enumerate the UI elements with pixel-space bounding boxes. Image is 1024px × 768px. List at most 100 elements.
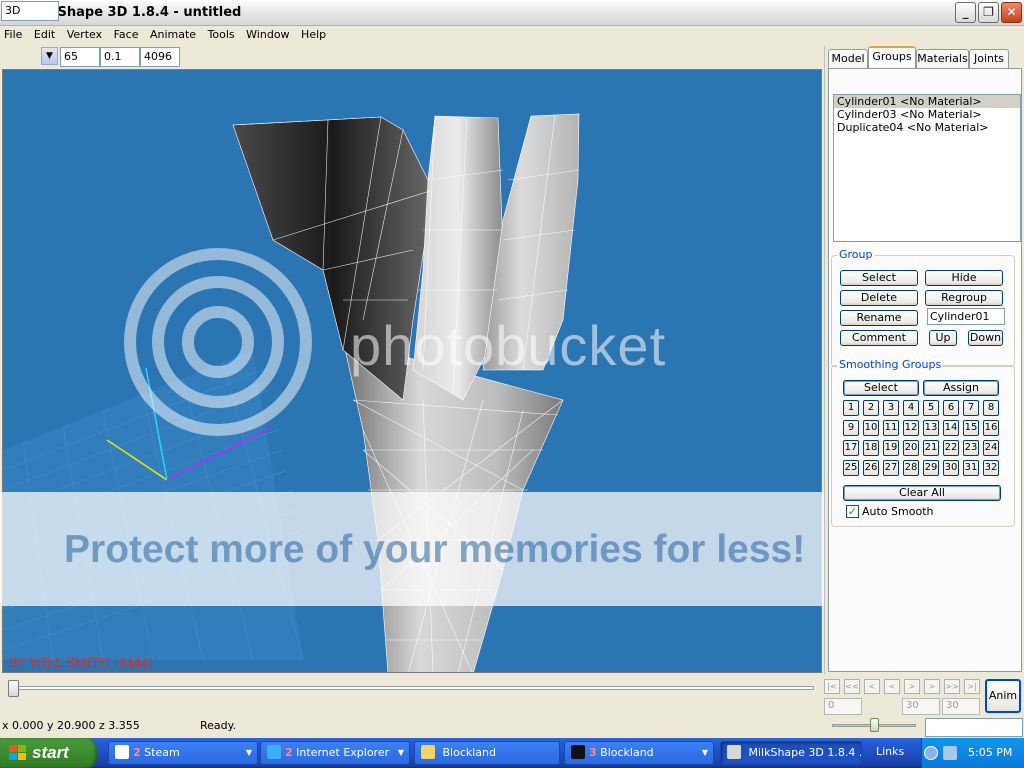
smoothing-group-button[interactable]: 10 bbox=[863, 420, 879, 436]
smoothing-group-button[interactable]: 23 bbox=[963, 440, 979, 456]
smoothing-group-button[interactable]: 4 bbox=[903, 400, 919, 416]
task-blockland-folder[interactable]: Blockland bbox=[414, 741, 560, 765]
total-frames-field[interactable]: 30 bbox=[942, 698, 980, 715]
group-rename-button[interactable]: Rename bbox=[840, 310, 918, 326]
current-frame-field[interactable]: 0 bbox=[824, 698, 862, 715]
smoothing-group-button[interactable]: 30 bbox=[943, 460, 959, 476]
network-icon[interactable] bbox=[943, 746, 957, 760]
end-frame-field[interactable]: 30 bbox=[902, 698, 940, 715]
restore-button[interactable]: ❐ bbox=[978, 2, 999, 23]
list-item[interactable]: Duplicate04 <No Material> bbox=[834, 121, 1020, 134]
smoothing-group-button[interactable]: 7 bbox=[963, 400, 979, 416]
tray-expand-icon[interactable] bbox=[924, 746, 938, 760]
task-blockland[interactable]: 3 Blockland ▼ bbox=[564, 741, 714, 765]
clear-all-button[interactable]: Clear All bbox=[843, 485, 1001, 501]
smoothing-group-button[interactable]: 21 bbox=[923, 440, 939, 456]
list-item[interactable]: Cylinder03 <No Material> bbox=[834, 108, 1020, 121]
watermark-band-text: Protect more of your memories for less! bbox=[64, 528, 806, 571]
task-steam[interactable]: 2 Steam ▼ bbox=[108, 741, 258, 765]
smoothing-assign-button[interactable]: Assign bbox=[923, 380, 999, 396]
task-milkshape[interactable]: MilkShape 3D 1.8.4 ... bbox=[720, 741, 862, 765]
first-frame-button[interactable]: |< bbox=[824, 679, 840, 694]
tab-groups[interactable]: Groups bbox=[868, 46, 916, 68]
credit-label: BY WILL SMITH (9444) bbox=[9, 656, 154, 670]
smoothing-group-button[interactable]: 27 bbox=[883, 460, 899, 476]
menu-animate[interactable]: Animate bbox=[146, 26, 200, 43]
menu-help[interactable]: Help bbox=[297, 26, 330, 43]
smoothing-group-button[interactable]: 29 bbox=[923, 460, 939, 476]
smoothing-group-button[interactable]: 28 bbox=[903, 460, 919, 476]
menu-vertex[interactable]: Vertex bbox=[63, 26, 106, 43]
smoothing-group-button[interactable]: 13 bbox=[923, 420, 939, 436]
prev-frame-button[interactable]: < bbox=[884, 679, 900, 694]
menu-file[interactable]: File bbox=[0, 26, 26, 43]
group-select-button[interactable]: Select bbox=[840, 270, 918, 286]
group-regroup-button[interactable]: Regroup bbox=[925, 290, 1003, 306]
windows-logo-icon bbox=[9, 745, 26, 760]
task-internet-explorer[interactable]: 2 Internet Explorer ▼ bbox=[260, 741, 410, 765]
group-delete-button[interactable]: Delete bbox=[840, 290, 918, 306]
auto-smooth-checkbox[interactable]: ✓ bbox=[846, 505, 859, 518]
last-frame-button[interactable]: >| bbox=[964, 679, 980, 694]
smoothing-group-button[interactable]: 1 bbox=[843, 400, 859, 416]
auto-smooth-label: Auto Smooth bbox=[862, 505, 934, 518]
close-button[interactable]: ✕ bbox=[1001, 2, 1022, 23]
timeline-track[interactable] bbox=[8, 686, 814, 690]
timeline-thumb[interactable] bbox=[8, 680, 19, 697]
group-hide-button[interactable]: Hide bbox=[925, 270, 1003, 286]
window-title: MilkShape 3D 1.8.4 - untitled bbox=[27, 5, 242, 20]
group-down-button[interactable]: Down bbox=[968, 330, 1003, 346]
near-clip-field[interactable]: 0.1 bbox=[100, 47, 140, 67]
smoothing-group-button[interactable]: 15 bbox=[963, 420, 979, 436]
blockland-icon bbox=[571, 745, 585, 759]
smoothing-group-button[interactable]: 32 bbox=[983, 460, 999, 476]
group-comment-button[interactable]: Comment bbox=[840, 330, 918, 346]
group-up-button[interactable]: Up bbox=[929, 330, 957, 346]
anim-mode-button[interactable]: Anim bbox=[985, 679, 1021, 713]
menu-edit[interactable]: Edit bbox=[30, 26, 59, 43]
smoothing-select-button[interactable]: Select bbox=[843, 380, 919, 396]
smoothing-group-button[interactable]: 20 bbox=[903, 440, 919, 456]
smoothing-group-button[interactable]: 25 bbox=[843, 460, 859, 476]
clock: 5:05 PM bbox=[968, 746, 1013, 759]
smoothing-group-button[interactable]: 11 bbox=[883, 420, 899, 436]
chevron-down-icon[interactable]: ▼ bbox=[41, 47, 58, 65]
speed-field[interactable] bbox=[925, 718, 1023, 737]
view-mode-select[interactable]: 3D bbox=[1, 1, 59, 21]
smoothing-group-button[interactable]: 2 bbox=[863, 400, 879, 416]
menu-window[interactable]: Window bbox=[242, 26, 293, 43]
smoothing-group-button[interactable]: 9 bbox=[843, 420, 859, 436]
group-list[interactable]: Cylinder01 <No Material> Cylinder03 <No … bbox=[833, 94, 1021, 242]
smoothing-group-button[interactable]: 31 bbox=[963, 460, 979, 476]
tab-model[interactable]: Model bbox=[828, 49, 868, 68]
menu-face[interactable]: Face bbox=[110, 26, 143, 43]
group-name-field[interactable]: Cylinder01 bbox=[927, 308, 1005, 325]
minimize-button[interactable]: _ bbox=[955, 2, 976, 23]
fov-field[interactable]: 65 bbox=[60, 47, 100, 67]
smoothing-group-button[interactable]: 14 bbox=[943, 420, 959, 436]
fast-forward-button[interactable]: >> bbox=[944, 679, 960, 694]
tab-joints[interactable]: Joints bbox=[969, 49, 1009, 68]
rewind-button[interactable]: < bbox=[864, 679, 880, 694]
smoothing-group-button[interactable]: 6 bbox=[943, 400, 959, 416]
smoothing-group-button[interactable]: 8 bbox=[983, 400, 999, 416]
smoothing-group-button[interactable]: 16 bbox=[983, 420, 999, 436]
prev-key-button[interactable]: << bbox=[844, 679, 860, 694]
speed-slider-thumb[interactable] bbox=[870, 718, 879, 732]
menu-tools[interactable]: Tools bbox=[204, 26, 239, 43]
smoothing-group-button[interactable]: 5 bbox=[923, 400, 939, 416]
play-button[interactable]: > bbox=[924, 679, 940, 694]
smoothing-group-button[interactable]: 3 bbox=[883, 400, 899, 416]
smoothing-group-button[interactable]: 18 bbox=[863, 440, 879, 456]
smoothing-group-button[interactable]: 22 bbox=[943, 440, 959, 456]
smoothing-group-button[interactable]: 17 bbox=[843, 440, 859, 456]
next-frame-button[interactable]: > bbox=[904, 679, 920, 694]
smoothing-group-button[interactable]: 26 bbox=[863, 460, 879, 476]
links-toolbar[interactable]: Links bbox=[876, 745, 904, 758]
smoothing-group-button[interactable]: 19 bbox=[883, 440, 899, 456]
far-clip-field[interactable]: 4096 bbox=[140, 47, 180, 67]
smoothing-group-button[interactable]: 12 bbox=[903, 420, 919, 436]
tab-materials[interactable]: Materials bbox=[916, 49, 969, 68]
smoothing-group-button[interactable]: 24 bbox=[983, 440, 999, 456]
list-item[interactable]: Cylinder01 <No Material> bbox=[834, 95, 1020, 108]
